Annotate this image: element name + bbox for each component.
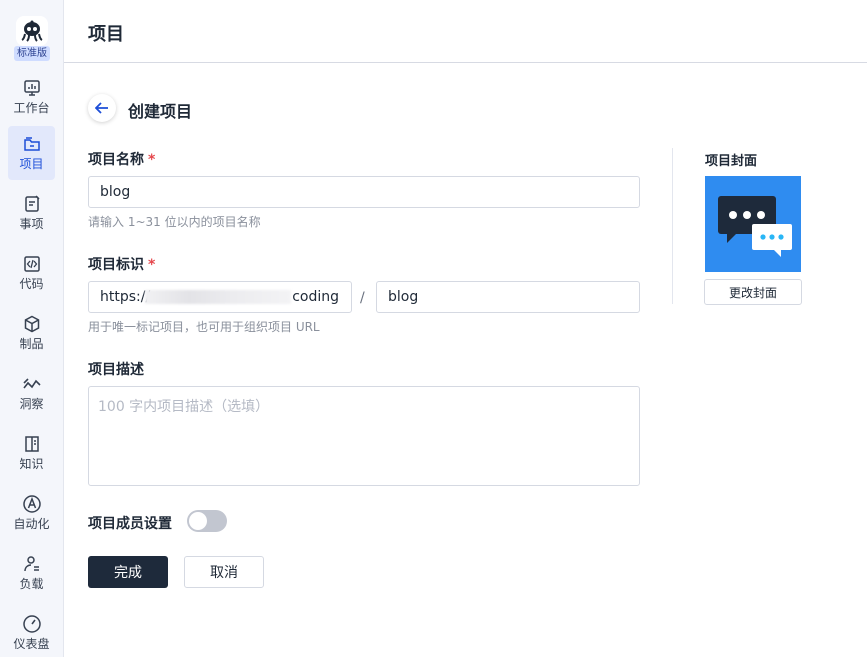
project-description-label: 项目描述 [88,362,144,378]
page-title: 项目 [88,24,124,45]
sidebar-item-label: 项目 [19,157,44,171]
url-prefix-start: https:// [100,289,151,305]
project-id-label-text: 项目标识 [88,257,144,273]
sidebar-item-automation[interactable]: 自动化 [8,486,55,540]
required-mark: * [148,257,156,273]
sidebar-item-label: 仪表盘 [13,637,50,651]
automation-icon [22,494,42,514]
required-mark: * [148,152,156,168]
task-icon [22,194,42,214]
sidebar-item-projects[interactable]: 项目 [8,126,55,180]
sidebar-item-issues[interactable]: 事项 [8,186,55,240]
sidebar-item-workbench[interactable]: 工作台 [8,70,55,124]
edition-badge: 标准版 [14,46,50,61]
submit-button[interactable]: 完成 [88,556,168,588]
url-prefix-field: https:// coding [88,281,352,313]
gauge-icon [22,614,42,634]
sidebar-item-label: 制品 [19,337,44,351]
sidebar-item-workload[interactable]: 负载 [8,546,55,600]
project-id-input[interactable] [376,281,640,313]
sidebar-item-label: 工作台 [13,101,50,115]
sidebar-item-knowledge[interactable]: 知识 [8,426,55,480]
project-name-label: 项目名称 * [88,149,155,169]
sidebar-item-code[interactable]: 代码 [8,246,55,300]
project-id-hint: 用于唯一标记项目，也可用于组织项目 URL [88,320,320,334]
sidebar-item-label: 自动化 [13,517,50,531]
octopus-logo-icon [16,16,48,46]
code-icon [22,254,42,274]
book-icon [22,434,42,454]
sidebar: 标准版 工作台 项目 事项 代码 制品 洞察 知识 自动化 负载 仪表盘 [0,0,64,657]
redacted-region [145,290,291,304]
folder-icon [22,134,42,154]
chat-bubbles-icon [718,196,792,257]
sidebar-item-label: 知识 [19,457,44,471]
url-separator: / [360,290,365,306]
workload-icon [22,554,42,574]
insight-icon [22,374,42,394]
project-name-input[interactable] [88,176,640,208]
cancel-button[interactable]: 取消 [184,556,264,588]
project-name-label-text: 项目名称 [88,152,144,168]
back-button[interactable] [88,94,116,122]
cover-label: 项目封面 [705,154,758,169]
project-name-hint: 请输入 1~31 位以内的项目名称 [88,215,261,229]
arrow-left-icon [94,99,109,118]
page-header: 项目 [64,0,867,63]
sidebar-item-label: 负载 [19,577,44,591]
url-prefix-end: coding [292,289,339,305]
vertical-divider [672,148,673,304]
sidebar-item-label: 洞察 [19,397,44,411]
project-id-label: 项目标识 * [88,254,155,274]
sidebar-item-label: 事项 [19,217,44,231]
form-subtitle: 创建项目 [128,102,193,121]
change-cover-button[interactable]: 更改封面 [704,279,802,305]
sidebar-item-label: 代码 [19,277,44,291]
member-settings-label: 项目成员设置 [88,516,172,532]
project-description-textarea[interactable] [88,386,640,486]
toggle-knob [189,512,207,530]
brand-logo[interactable]: 标准版 [14,14,50,62]
sidebar-item-dashboard[interactable]: 仪表盘 [8,606,55,660]
sidebar-item-insights[interactable]: 洞察 [8,366,55,420]
project-cover-image [705,176,801,272]
package-icon [22,314,42,334]
sidebar-item-artifacts[interactable]: 制品 [8,306,55,360]
dashboard-icon [22,78,42,98]
member-settings-toggle[interactable] [187,510,227,532]
